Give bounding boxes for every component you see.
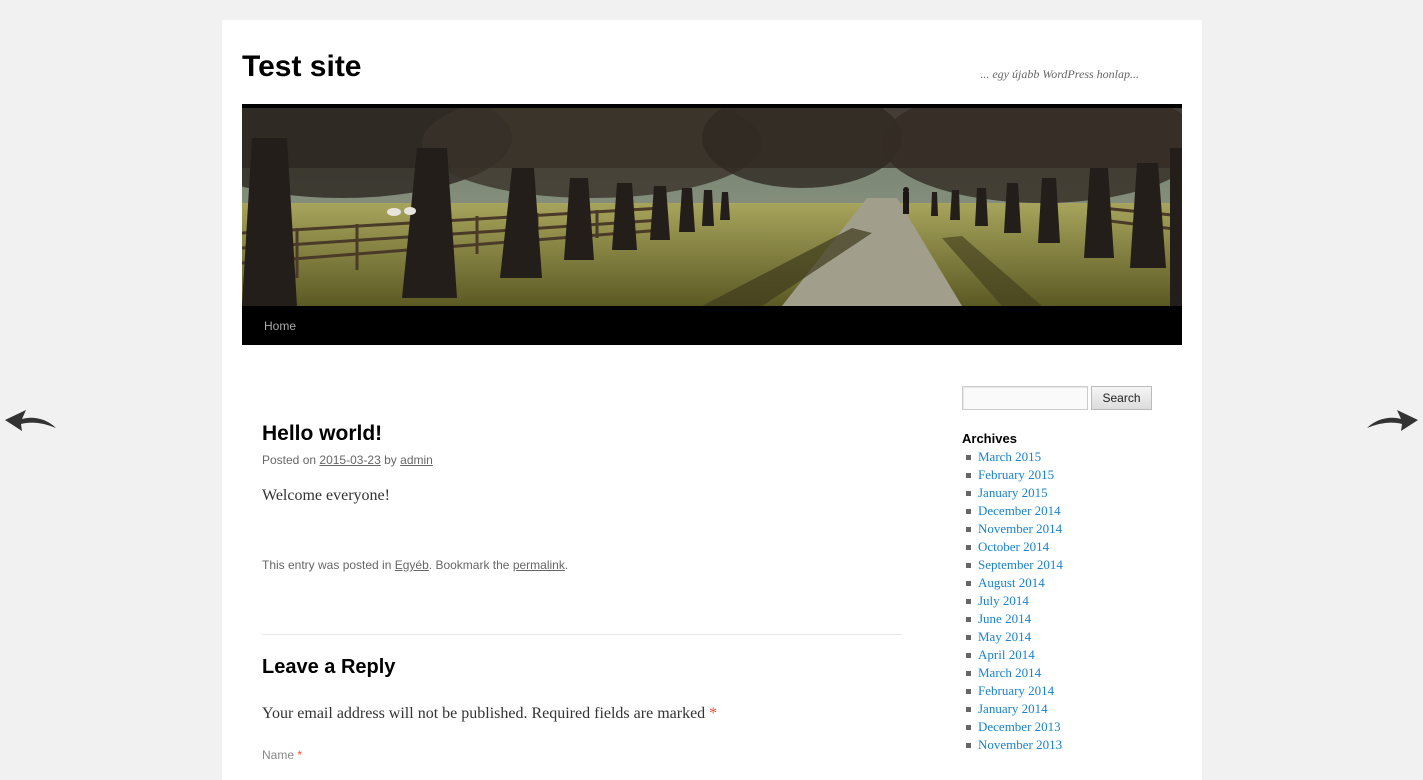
archive-item: October 2014 bbox=[966, 538, 1063, 556]
archive-item: January 2014 bbox=[966, 700, 1063, 718]
archive-link[interactable]: October 2014 bbox=[978, 539, 1049, 554]
comments-divider bbox=[262, 634, 902, 635]
list-bullet-icon bbox=[966, 580, 971, 586]
archive-item: January 2015 bbox=[966, 484, 1063, 502]
archive-item: November 2013 bbox=[966, 736, 1063, 754]
archive-item: September 2014 bbox=[966, 556, 1063, 574]
archive-link[interactable]: September 2014 bbox=[978, 557, 1063, 572]
archive-link[interactable]: March 2015 bbox=[978, 449, 1041, 464]
comment-notes: Your email address will not be published… bbox=[262, 705, 717, 723]
page-container: Test site ... egy újabb WordPress honlap… bbox=[222, 20, 1202, 780]
header-banner-image[interactable] bbox=[242, 104, 1182, 310]
list-bullet-icon bbox=[966, 526, 971, 532]
archive-item: February 2014 bbox=[966, 682, 1063, 700]
list-bullet-icon bbox=[966, 652, 971, 658]
post-utility: This entry was posted in Egyéb. Bookmark… bbox=[262, 558, 568, 572]
list-bullet-icon bbox=[966, 562, 971, 568]
previous-post-arrow-icon[interactable] bbox=[2, 400, 58, 434]
archive-link[interactable]: December 2013 bbox=[978, 719, 1061, 734]
list-bullet-icon bbox=[966, 472, 971, 478]
archive-link[interactable]: May 2014 bbox=[978, 629, 1031, 644]
utility-prefix: This entry was posted in bbox=[262, 558, 392, 572]
archive-item: March 2015 bbox=[966, 448, 1063, 466]
archive-link[interactable]: February 2015 bbox=[978, 467, 1054, 482]
archive-link[interactable]: February 2014 bbox=[978, 683, 1054, 698]
list-bullet-icon bbox=[966, 598, 971, 604]
list-bullet-icon bbox=[966, 454, 971, 460]
archive-link[interactable]: November 2013 bbox=[978, 737, 1062, 752]
list-bullet-icon bbox=[966, 616, 971, 622]
nav-item-home[interactable]: Home bbox=[264, 319, 296, 333]
list-bullet-icon bbox=[966, 490, 971, 496]
main-navigation-bar: Home bbox=[242, 306, 1182, 345]
name-label-text: Name bbox=[262, 748, 295, 762]
required-mark: * bbox=[709, 705, 718, 722]
archive-link[interactable]: August 2014 bbox=[978, 575, 1045, 590]
name-field-label: Name * bbox=[262, 748, 302, 762]
utility-suffix: . bbox=[564, 558, 569, 572]
archives-heading: Archives bbox=[962, 431, 1017, 446]
archive-item: December 2013 bbox=[966, 718, 1063, 736]
archive-item: November 2014 bbox=[966, 520, 1063, 538]
list-bullet-icon bbox=[966, 544, 971, 550]
post-date-link[interactable]: 2015-03-23 bbox=[319, 453, 380, 467]
archive-link[interactable]: November 2014 bbox=[978, 521, 1062, 536]
list-bullet-icon bbox=[966, 688, 971, 694]
category-link[interactable]: Egyéb bbox=[395, 558, 429, 572]
list-bullet-icon bbox=[966, 724, 971, 730]
post-meta: Posted on 2015-03-23 by admin bbox=[262, 453, 433, 467]
site-title-link[interactable]: Test site bbox=[242, 50, 362, 84]
posted-on-prefix: Posted on bbox=[262, 453, 317, 467]
comment-notes-text: Your email address will not be published… bbox=[262, 705, 706, 722]
list-bullet-icon bbox=[966, 742, 971, 748]
archive-item: March 2014 bbox=[966, 664, 1063, 682]
by-label: by bbox=[384, 453, 397, 467]
archive-link[interactable]: June 2014 bbox=[978, 611, 1031, 626]
archive-item: May 2014 bbox=[966, 628, 1063, 646]
archive-item: June 2014 bbox=[966, 610, 1063, 628]
site-description: ... egy újabb WordPress honlap... bbox=[980, 67, 1139, 81]
post-title[interactable]: Hello world! bbox=[262, 422, 382, 446]
archive-item: August 2014 bbox=[966, 574, 1063, 592]
archives-list: March 2015 February 2015 January 2015 Decem… bbox=[966, 448, 1063, 754]
archive-item: February 2015 bbox=[966, 466, 1063, 484]
post-content: Welcome everyone! bbox=[262, 487, 390, 504]
post-author-link[interactable]: admin bbox=[400, 453, 433, 467]
utility-middle: . Bookmark the bbox=[428, 558, 510, 572]
archive-link[interactable]: March 2014 bbox=[978, 665, 1041, 680]
leave-reply-heading: Leave a Reply bbox=[262, 656, 396, 678]
list-bullet-icon bbox=[966, 670, 971, 676]
archive-link[interactable]: July 2014 bbox=[978, 593, 1029, 608]
next-post-arrow-icon[interactable] bbox=[1365, 400, 1421, 434]
archive-item: April 2014 bbox=[966, 646, 1063, 664]
search-button[interactable]: Search bbox=[1091, 386, 1152, 410]
search-input[interactable] bbox=[962, 386, 1088, 410]
archive-link[interactable]: January 2015 bbox=[978, 485, 1048, 500]
archive-item: December 2014 bbox=[966, 502, 1063, 520]
list-bullet-icon bbox=[966, 508, 971, 514]
archive-link[interactable]: January 2014 bbox=[978, 701, 1048, 716]
archive-link[interactable]: December 2014 bbox=[978, 503, 1061, 518]
name-required-mark: * bbox=[297, 748, 303, 762]
list-bullet-icon bbox=[966, 706, 971, 712]
archive-item: July 2014 bbox=[966, 592, 1063, 610]
archive-link[interactable]: April 2014 bbox=[978, 647, 1035, 662]
permalink-link[interactable]: permalink bbox=[513, 558, 565, 572]
list-bullet-icon bbox=[966, 634, 971, 640]
